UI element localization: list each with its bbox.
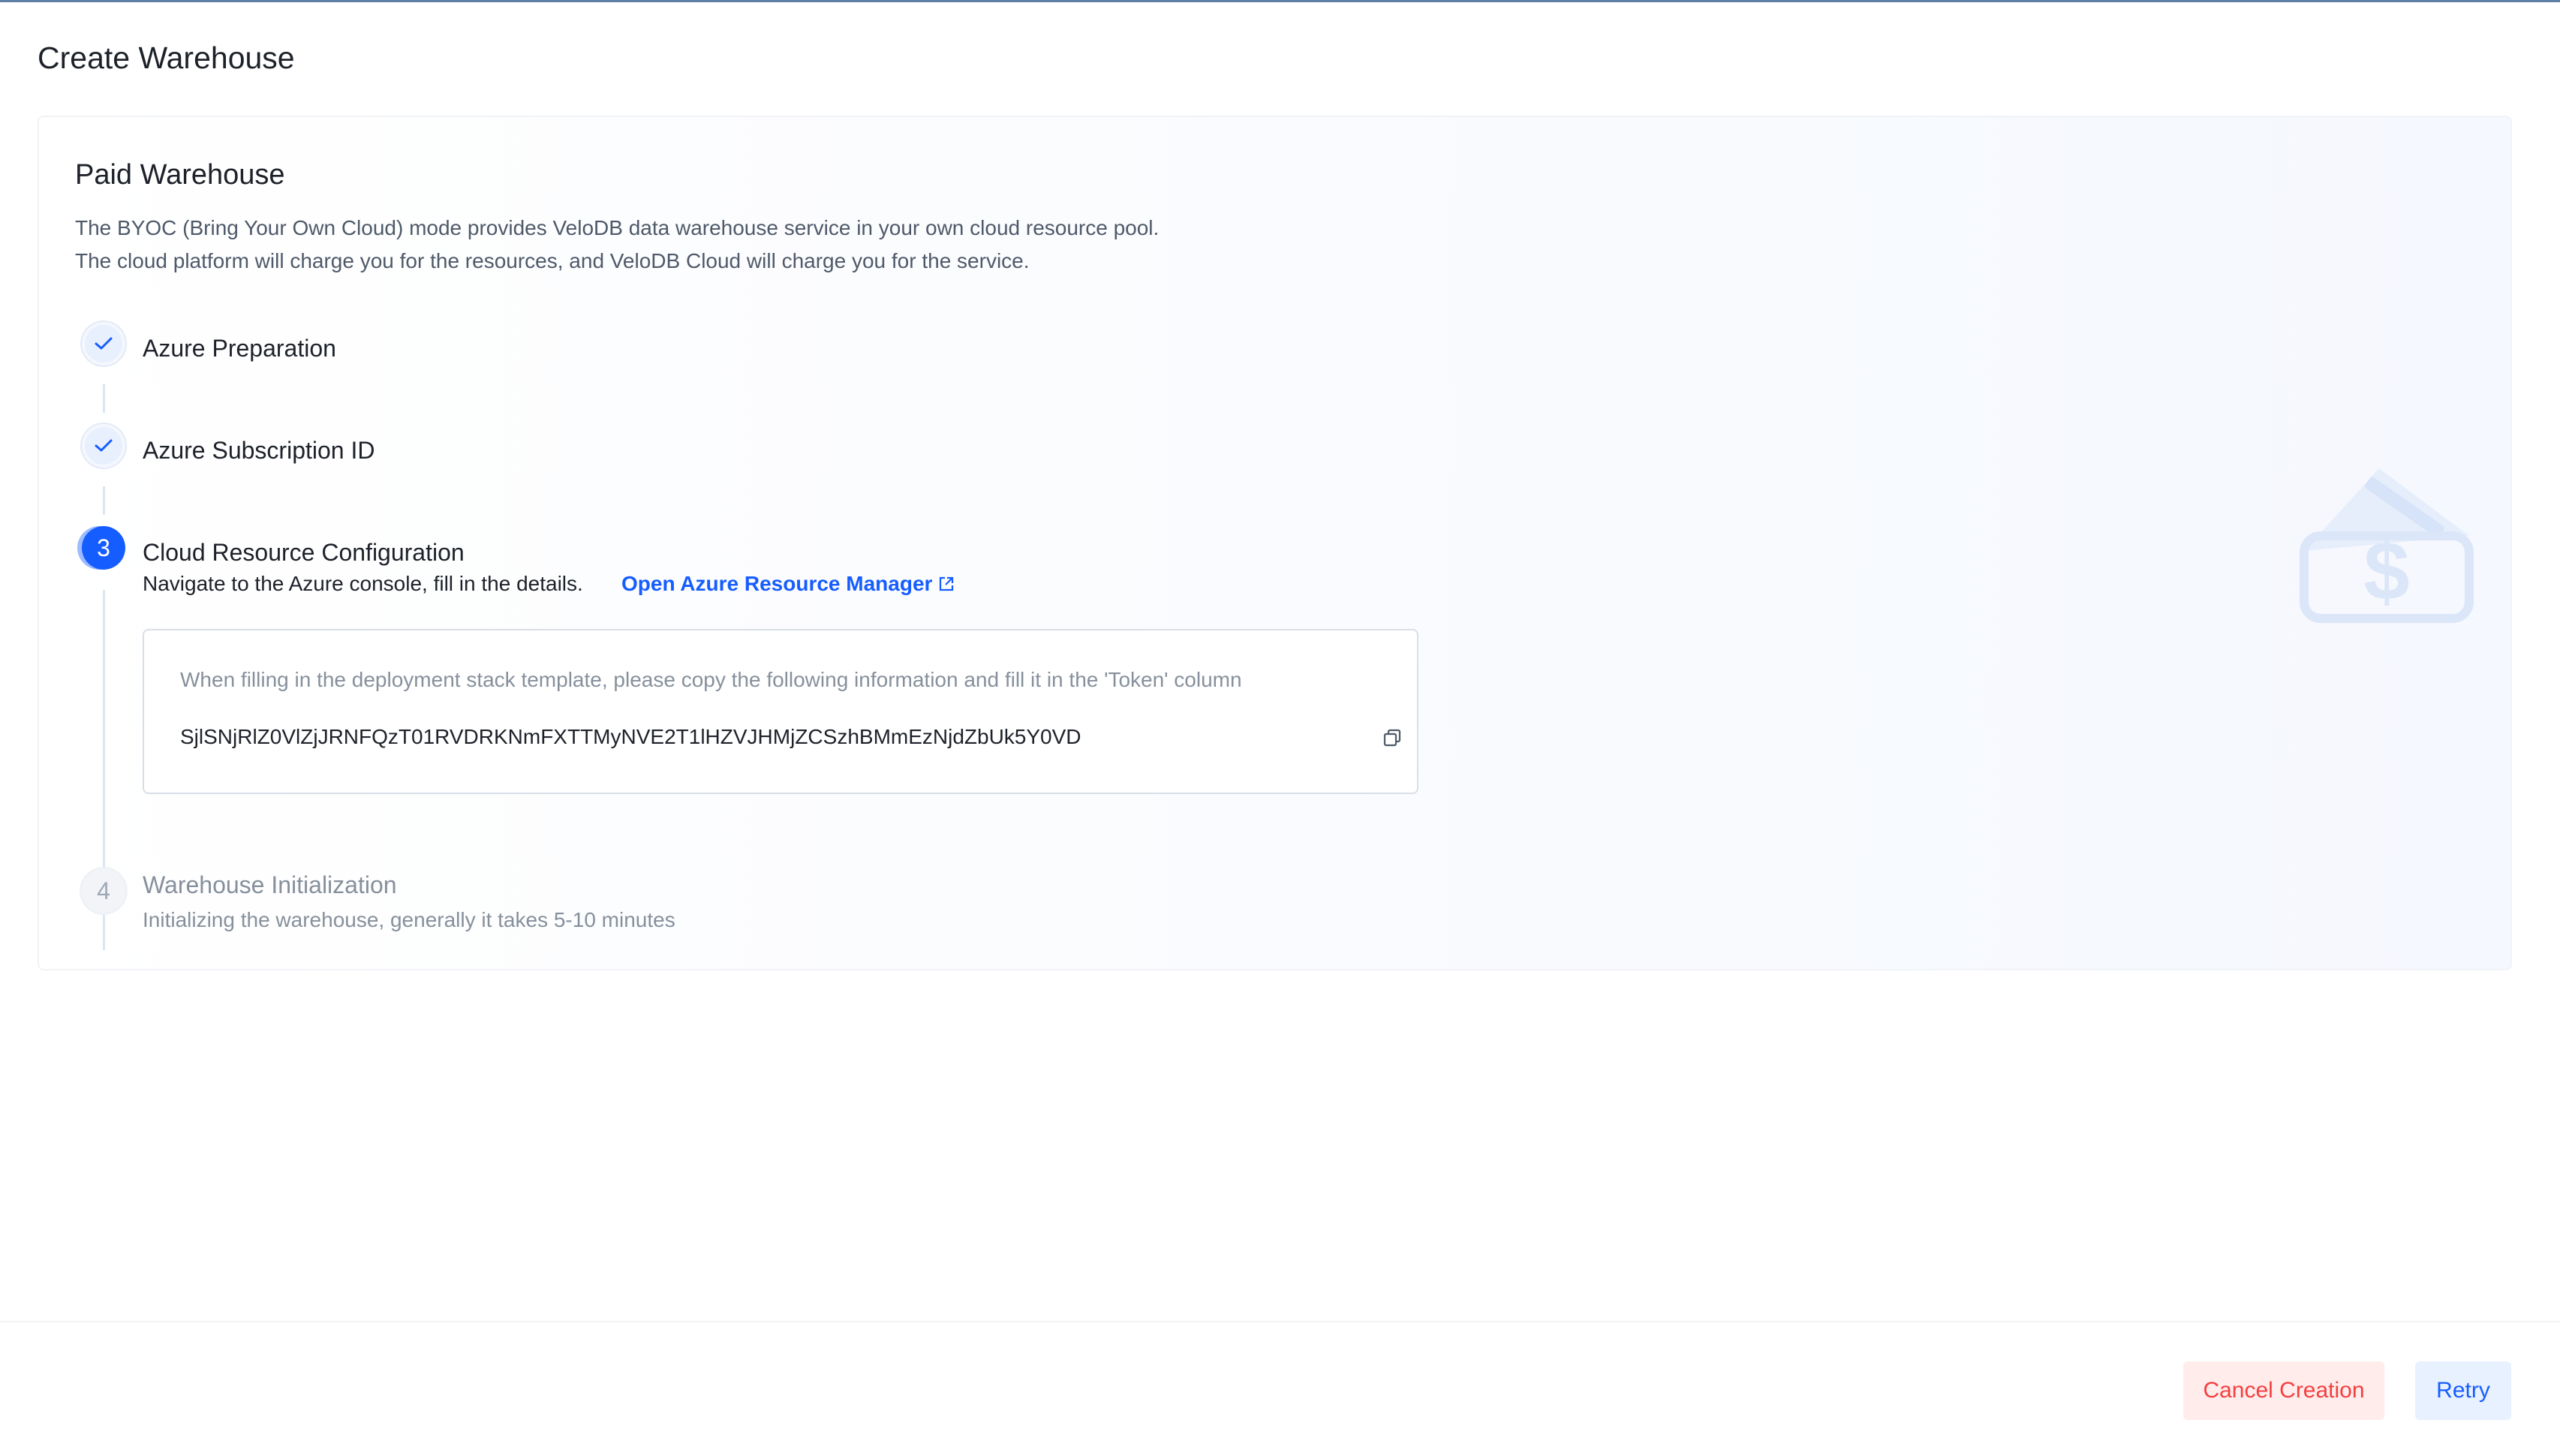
footer-bar: Cancel Creation Retry [0, 1321, 2560, 1456]
copy-token-button[interactable] [1379, 725, 1405, 751]
step-4-indicator: 4 [82, 869, 125, 913]
cancel-creation-button[interactable]: Cancel Creation [2183, 1361, 2384, 1420]
step-3-indicator: 3 [82, 526, 125, 570]
copy-icon [1383, 729, 1401, 747]
card-description-line-2: The cloud platform will charge you for t… [75, 249, 1030, 272]
token-box: When filling in the deployment stack tem… [143, 629, 1418, 794]
open-azure-resource-manager-label: Open Azure Resource Manager [621, 572, 933, 595]
check-icon [95, 439, 113, 452]
step-4-title: Warehouse Initialization [143, 871, 397, 898]
page-title: Create Warehouse [38, 41, 295, 75]
external-link-icon [940, 576, 954, 591]
step-3-description: Navigate to the Azure console, fill in t… [143, 572, 583, 595]
svg-text:$: $ [2363, 525, 2409, 618]
paid-warehouse-card: Paid Warehouse The BYOC (Bring Your Own … [38, 116, 2512, 970]
step-1-indicator [82, 322, 125, 366]
step-3-title: Cloud Resource Configuration [143, 539, 465, 566]
step-connector-2 [103, 486, 105, 515]
step-1-title: Azure Preparation [143, 335, 336, 362]
wallet-icon: $ [2300, 468, 2474, 623]
card-title: Paid Warehouse [75, 159, 285, 191]
top-accent-bar [0, 0, 2560, 2]
open-azure-resource-manager-link[interactable]: Open Azure Resource Manager [621, 570, 955, 597]
card-description: The BYOC (Bring Your Own Cloud) mode pro… [75, 212, 1159, 278]
check-icon [95, 337, 113, 350]
token-hint: When filling in the deployment stack tem… [180, 668, 1242, 691]
token-value[interactable]: SjlSNjRlZ0VlZjJRNFQzT01RVDRKNmFXTTMyNVE2… [180, 723, 1081, 751]
step-2-title: Azure Subscription ID [143, 437, 375, 464]
step-connector-1 [103, 384, 105, 413]
card-description-line-1: The BYOC (Bring Your Own Cloud) mode pro… [75, 216, 1160, 239]
step-2-indicator [82, 424, 125, 468]
step-4-description: Initializing the warehouse, generally it… [143, 908, 675, 931]
retry-button[interactable]: Retry [2415, 1361, 2511, 1420]
